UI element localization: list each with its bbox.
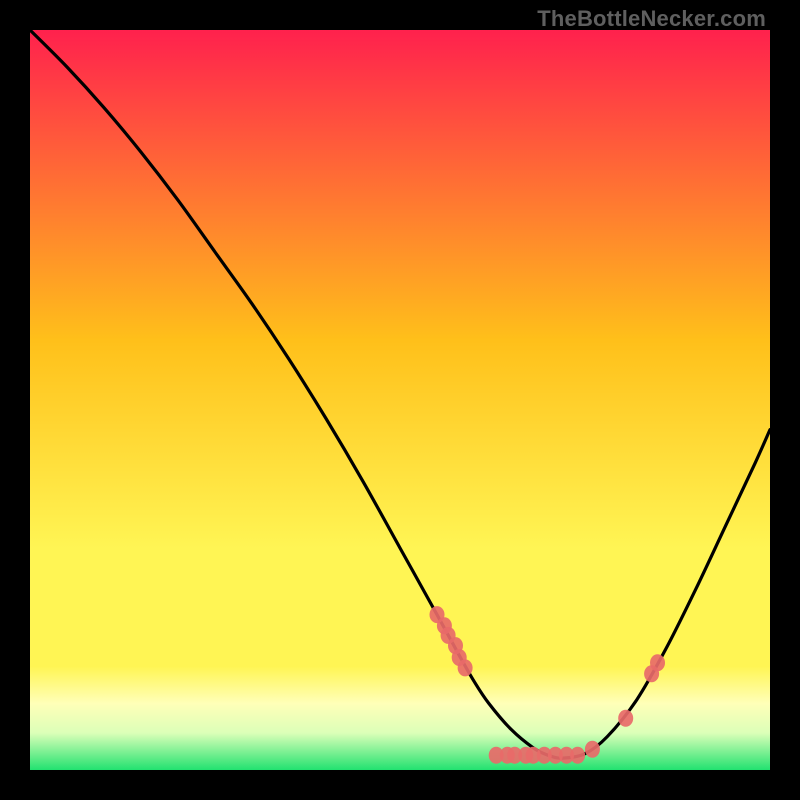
data-marker xyxy=(585,741,600,758)
data-marker xyxy=(618,710,633,727)
data-marker xyxy=(650,654,665,671)
chart-canvas xyxy=(30,30,770,770)
chart-frame xyxy=(30,30,770,770)
watermark-text: TheBottleNecker.com xyxy=(537,6,766,32)
data-marker xyxy=(458,659,473,676)
data-marker xyxy=(570,747,585,764)
